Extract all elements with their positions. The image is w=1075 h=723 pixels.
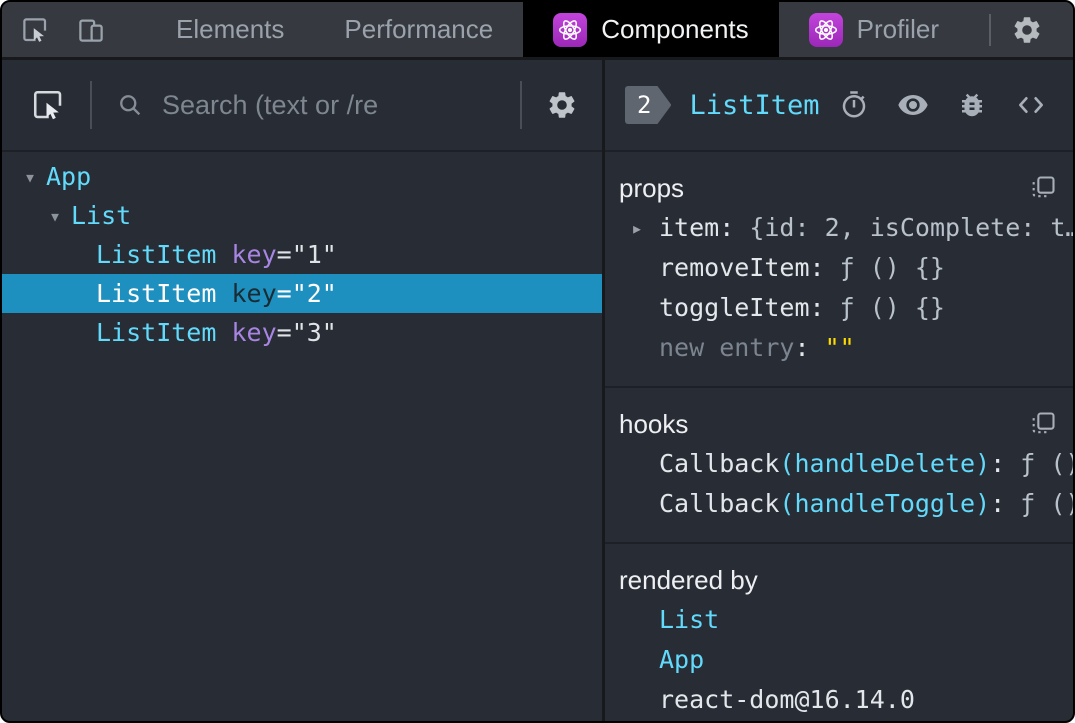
props-section: props ▸ item: {id: 2, isComplete: t… rem… [605, 152, 1073, 388]
hook-name: Callback [659, 489, 780, 518]
react-atom-icon [553, 12, 588, 47]
prop-value: {id: 2, isComplete: t… [749, 213, 1075, 242]
new-entry-value[interactable]: "" [825, 328, 855, 368]
prop-name: toggleItem [659, 293, 810, 322]
tab-label: Components [601, 14, 749, 44]
prop-row-toggleitem: toggleItem: ƒ () {} [619, 288, 1057, 328]
hook-args: (handleToggle) [779, 489, 991, 518]
selected-component-title: ListItem [689, 89, 820, 121]
key-attribute: key [231, 240, 277, 269]
search-input[interactable] [162, 89, 496, 121]
key-attribute: key [231, 279, 277, 308]
hook-name: Callback [659, 449, 780, 478]
inspector-header: 2 ListItem [605, 60, 1073, 152]
tree-toolbar [2, 60, 602, 152]
tab-label: Profiler [856, 14, 940, 44]
prop-value: ƒ () {} [839, 253, 945, 282]
hook-args: (handleDelete) [779, 449, 991, 478]
code-brackets-icon[interactable] [1015, 89, 1047, 121]
device-toolbar-icon[interactable] [76, 15, 106, 45]
key-badge: 2 [625, 86, 671, 124]
prop-row-item[interactable]: ▸ item: {id: 2, isComplete: t… [619, 208, 1073, 248]
key-value: "1" [291, 240, 337, 269]
prop-value: ƒ () {} [839, 293, 945, 322]
copy-icon[interactable] [1029, 174, 1057, 202]
eye-icon[interactable] [897, 89, 929, 121]
tab-label: Elements [176, 14, 285, 44]
key-value: "3" [291, 318, 337, 347]
prop-name: item [659, 213, 720, 242]
tab-components[interactable]: Components [523, 2, 779, 57]
expand-arrow-icon[interactable]: ▸ [631, 208, 659, 248]
key-value: "2" [291, 279, 337, 308]
toolbar-divider [989, 13, 992, 46]
component-name: ListItem [96, 279, 217, 308]
hook-value: ƒ () {} [1020, 489, 1073, 518]
bug-icon[interactable] [957, 90, 987, 120]
tree-row-listitem-1[interactable]: ListItem key = "1" [2, 235, 602, 274]
hook-value: ƒ () {} [1020, 449, 1073, 478]
rendered-by-link-list[interactable]: List [619, 600, 1057, 640]
component-name: ListItem [96, 318, 217, 347]
prop-row-new-entry[interactable]: new entry: "" [619, 328, 1057, 368]
component-name: ListItem [96, 240, 217, 269]
gear-icon[interactable] [546, 89, 578, 121]
components-tree-panel: ▾ App ▾ List ListItem key = "1" [2, 60, 605, 721]
hooks-section: hooks Callback(handleDelete): ƒ () {} [605, 388, 1073, 544]
rendered-by-section: rendered by List App react-dom@16.14.0 [605, 544, 1073, 721]
toolbar-divider [520, 81, 522, 129]
rendered-by-label: rendered by [619, 564, 758, 595]
gear-icon[interactable] [1011, 14, 1043, 46]
key-attribute: key [231, 318, 277, 347]
kebab-menu-icon[interactable] [1071, 9, 1073, 50]
tab-elements[interactable]: Elements [146, 2, 314, 57]
rendered-by-link-app[interactable]: App [619, 640, 1057, 680]
react-atom-icon [808, 12, 843, 47]
tree-row-list[interactable]: ▾ List [2, 196, 602, 235]
tree-row-app[interactable]: ▾ App [2, 157, 602, 196]
toolbar-divider [90, 81, 92, 129]
hooks-label: hooks [619, 408, 689, 439]
props-label: props [619, 172, 685, 203]
copy-icon[interactable] [1029, 410, 1057, 438]
devtools-tab-bar: Elements Performance Components Profiler [2, 2, 1073, 60]
component-name: List [71, 201, 132, 230]
search-icon [116, 91, 144, 119]
hook-row-handletoggle: Callback(handleToggle): ƒ () {} [619, 484, 1073, 524]
prop-name: removeItem [659, 253, 810, 282]
tab-profiler[interactable]: Profiler [779, 2, 969, 57]
stopwatch-icon[interactable] [839, 90, 869, 120]
tab-performance[interactable]: Performance [314, 2, 523, 57]
tree-row-listitem-2-selected[interactable]: ListItem key = "2" [2, 274, 602, 313]
tab-label: Performance [344, 14, 494, 44]
devtools-window: Elements Performance Components Profiler… [0, 0, 1075, 723]
expander-icon[interactable]: ▾ [14, 165, 46, 189]
component-tree: ▾ App ▾ List ListItem key = "1" ListItem… [2, 152, 602, 352]
prop-row-removeitem: removeItem: ƒ () {} [619, 248, 1057, 288]
expander-icon[interactable]: ▾ [39, 204, 71, 228]
tree-row-listitem-3[interactable]: ListItem key = "3" [2, 313, 602, 352]
component-name: App [46, 162, 92, 191]
hook-row-handledelete: Callback(handleDelete): ƒ () {} [619, 444, 1073, 484]
new-entry-name[interactable]: new entry [659, 328, 794, 368]
react-dom-version: react-dom@16.14.0 [659, 685, 915, 714]
inspect-cursor-icon[interactable] [20, 15, 50, 45]
inspect-cursor-icon[interactable] [30, 87, 66, 123]
component-inspector-panel: 2 ListItem props ▸ item: {id: 2, isComp… [605, 60, 1073, 721]
